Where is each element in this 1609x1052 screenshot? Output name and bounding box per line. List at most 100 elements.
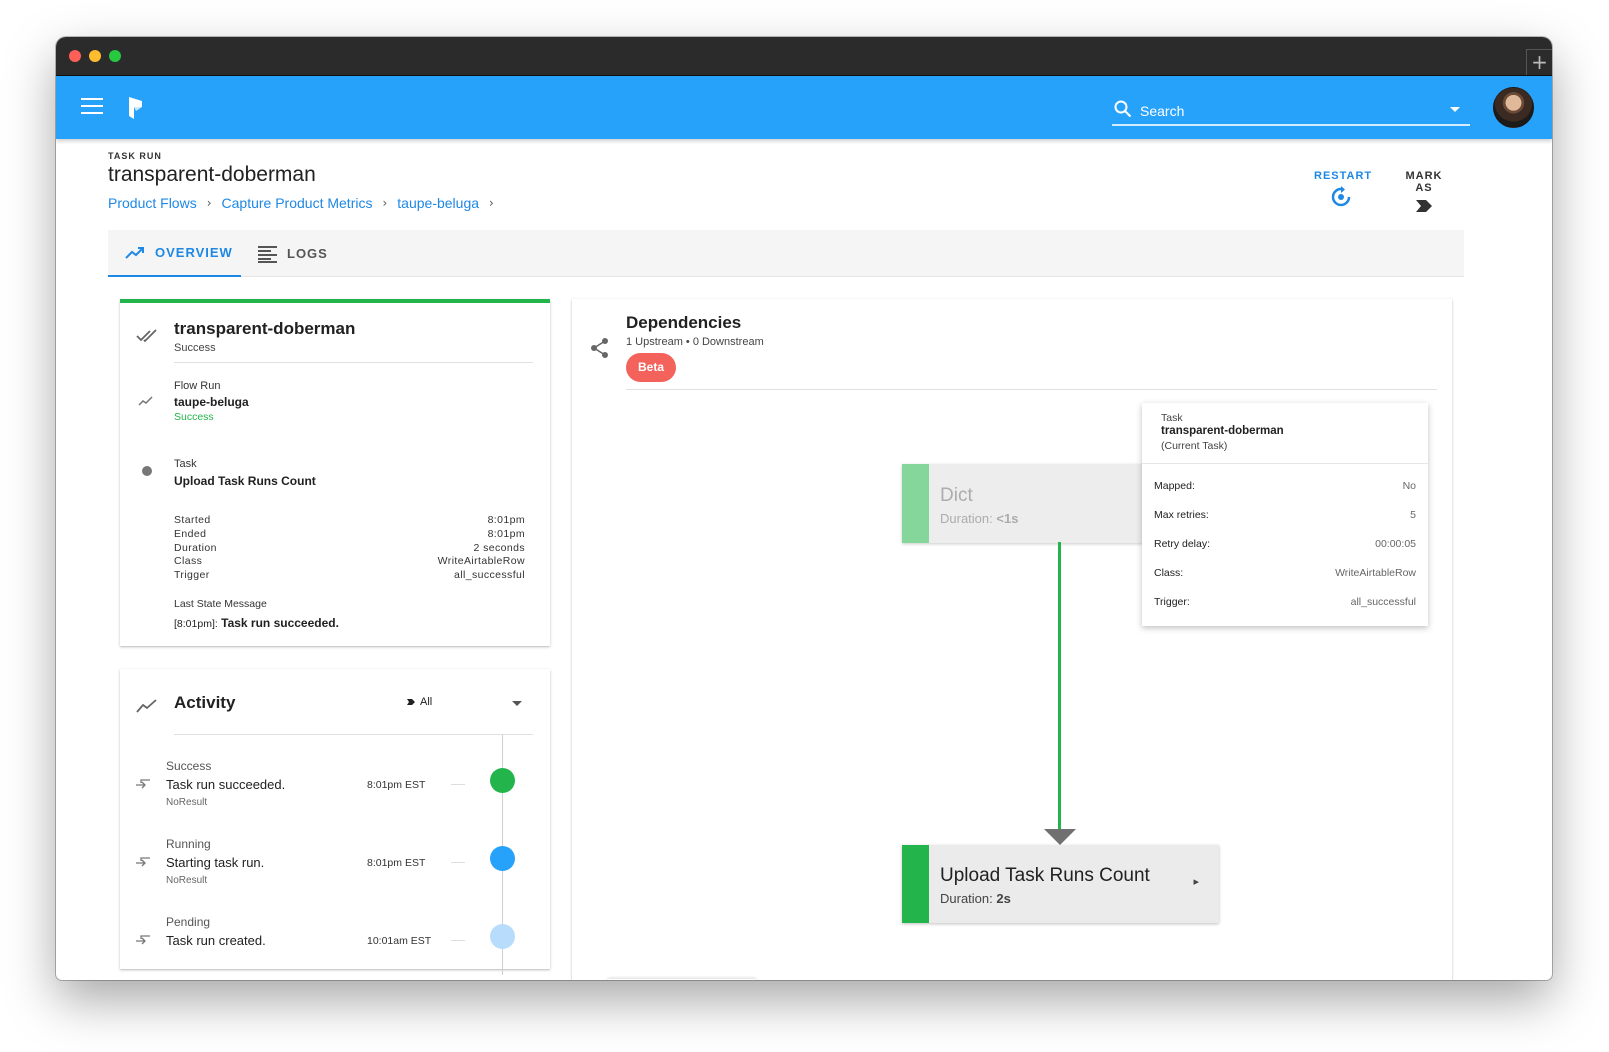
- event-state: Pending: [166, 915, 211, 929]
- detail-row-trigger: Trigger all_successful: [174, 569, 525, 581]
- tooltip-note: (Current Task): [1161, 440, 1228, 452]
- trending-up-icon: [138, 396, 153, 406]
- page-eyebrow: TASK RUN: [108, 151, 162, 161]
- task-label: Task: [174, 458, 197, 470]
- search-icon: [1114, 100, 1132, 118]
- double-check-icon: [136, 329, 157, 343]
- activity-filter-select[interactable]: All: [406, 696, 432, 708]
- breadcrumb-link-flow[interactable]: Capture Product Metrics: [222, 195, 373, 211]
- breadcrumb-link-project[interactable]: Product Flows: [108, 195, 197, 211]
- restart-icon: [1331, 186, 1351, 207]
- activity-card: Activity All Success Task run succeeded.…: [120, 669, 550, 975]
- divider: [626, 389, 1437, 390]
- close-window-button[interactable]: [69, 50, 81, 62]
- event-time: 8:01pm EST: [367, 779, 426, 791]
- divider: [174, 362, 533, 363]
- swap-icon: [136, 935, 150, 945]
- detail-row-started: Started 8:01pm: [174, 514, 525, 526]
- last-state-message: [8:01pm]: Task run succeeded.: [174, 616, 339, 630]
- task-link[interactable]: Upload Task Runs Count: [174, 474, 316, 488]
- mark-as-icon: [407, 699, 415, 705]
- tab-logs[interactable]: LOGS: [258, 230, 328, 277]
- task-tooltip: Task transparent-doberman (Current Task)…: [1142, 403, 1428, 626]
- node-duration: Duration: <1s: [940, 511, 1019, 526]
- flow-run-status: Success: [174, 411, 214, 423]
- avatar[interactable]: [1493, 87, 1534, 128]
- search-bar[interactable]: [1112, 96, 1470, 126]
- minimize-window-button[interactable]: [89, 50, 101, 62]
- event-message: Task run succeeded.: [166, 777, 286, 792]
- status-dot-running: [490, 846, 515, 871]
- node-status-bar: [902, 845, 929, 923]
- tooltip-row-class: Class: WriteAirtableRow: [1154, 567, 1416, 579]
- browser-window: + TASK RUN transparent-doberman Product …: [56, 37, 1552, 980]
- tooltip-row-mapped: Mapped: No: [1154, 480, 1416, 492]
- node-name: Upload Task Runs Count: [940, 865, 1150, 886]
- trending-up-icon: [136, 699, 157, 713]
- logs-icon: [258, 245, 277, 263]
- last-state-label: Last State Message: [174, 598, 267, 610]
- menu-icon[interactable]: [81, 98, 103, 116]
- mark-as-icon: [1416, 200, 1432, 212]
- tooltip-label: Task: [1161, 412, 1183, 424]
- app-bar: [56, 76, 1552, 139]
- new-tab-button[interactable]: +: [1526, 49, 1552, 75]
- event-result: NoResult: [166, 875, 208, 886]
- detail-row-class: Class WriteAirtableRow: [174, 555, 525, 567]
- swap-icon: [136, 779, 150, 789]
- swap-icon: [136, 857, 150, 867]
- divider: [451, 862, 465, 863]
- node-status-bar: [902, 464, 929, 543]
- dependencies-count: 1 Upstream • 0 Downstream: [626, 336, 764, 348]
- flow-run-label: Flow Run: [174, 380, 221, 392]
- search-input[interactable]: [1140, 98, 1420, 124]
- tooltip-task-name: transparent-doberman: [1161, 425, 1284, 437]
- tab-overview-label: OVERVIEW: [155, 245, 233, 260]
- event-result: NoResult: [166, 797, 208, 808]
- dependency-edge: [1058, 542, 1061, 833]
- event-state: Running: [166, 837, 211, 851]
- event-message: Starting task run.: [166, 855, 265, 870]
- trending-up-icon: [125, 246, 144, 259]
- dependencies-title: Dependencies: [626, 313, 742, 332]
- beta-badge: Beta: [626, 353, 676, 382]
- arrowhead: [1044, 829, 1076, 845]
- page-title: transparent-doberman: [108, 163, 316, 186]
- maximize-window-button[interactable]: [109, 50, 121, 62]
- mark-as-button[interactable]: MARK AS: [1396, 170, 1452, 214]
- window-titlebar: +: [56, 37, 1552, 76]
- detail-row-duration: Duration 2 seconds: [174, 542, 525, 554]
- chevron-right-icon[interactable]: ▸: [1193, 875, 1199, 888]
- restart-button[interactable]: RESTART: [1314, 170, 1371, 208]
- divider: [174, 734, 533, 735]
- chevron-down-icon[interactable]: [1450, 107, 1460, 112]
- tooltip-header: Task transparent-doberman (Current Task): [1142, 403, 1428, 464]
- mark-as-label: MARK AS: [1405, 170, 1443, 194]
- restart-label: RESTART: [1314, 170, 1373, 182]
- divider: [451, 784, 465, 785]
- task-run-name: transparent-doberman: [174, 319, 356, 338]
- activity-event: Success Task run succeeded. NoResult 8:0…: [120, 759, 550, 829]
- tooltip-row-retry-delay: Retry delay: 00:00:05: [1154, 538, 1416, 550]
- divider: [451, 940, 465, 941]
- flow-run-link[interactable]: taupe-beluga: [174, 395, 249, 409]
- breadcrumb-link-flow-run[interactable]: taupe-beluga: [397, 195, 479, 211]
- detail-row-ended: Ended 8:01pm: [174, 528, 525, 540]
- node-name: Dict: [940, 485, 973, 506]
- event-state: Success: [166, 759, 212, 773]
- status-dot-pending: [490, 924, 515, 949]
- activity-event: Pending Task run created. 10:01am EST: [120, 915, 550, 980]
- activity-event: Running Starting task run. NoResult 8:01…: [120, 837, 550, 907]
- current-task-node[interactable]: Upload Task Runs Count Duration: 2s ▸: [902, 845, 1219, 923]
- event-time: 10:01am EST: [367, 935, 432, 947]
- chevron-down-icon[interactable]: [512, 701, 522, 706]
- prefect-logo[interactable]: [127, 95, 145, 121]
- tab-overview[interactable]: OVERVIEW: [108, 230, 241, 277]
- chevron-right-icon: ›: [489, 196, 494, 210]
- chevron-right-icon: ›: [206, 196, 212, 210]
- task-run-status: Success: [174, 342, 216, 354]
- event-message: Task run created.: [166, 933, 266, 948]
- event-time: 8:01pm EST: [367, 857, 426, 869]
- chevron-right-icon: ›: [382, 196, 388, 210]
- activity-filter-value: All: [420, 696, 433, 708]
